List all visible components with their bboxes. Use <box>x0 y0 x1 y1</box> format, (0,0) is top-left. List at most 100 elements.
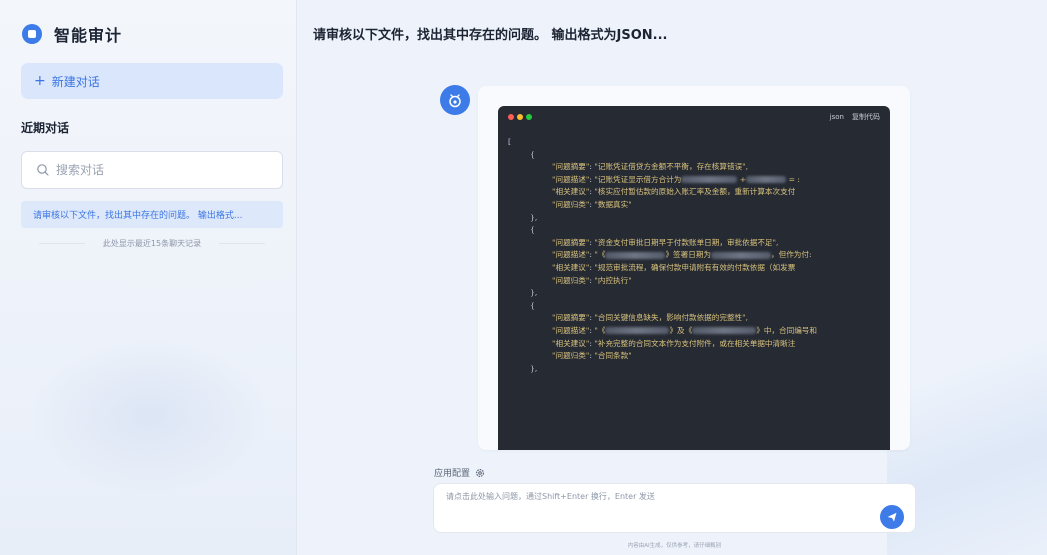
redacted-text <box>711 251 772 259</box>
json-key: "问题描述" <box>552 250 590 260</box>
app-config-button[interactable]: 应用配置 <box>434 466 485 479</box>
json-key: "相关建议" <box>552 262 590 272</box>
json-value: "补充完整的合同文本作为支付附件，或在相关单据中清晰注 <box>594 338 796 348</box>
code-line: { <box>508 149 890 162</box>
search-icon <box>37 164 49 176</box>
search-box[interactable] <box>21 151 283 189</box>
redacted-text <box>605 251 666 259</box>
json-value: "内控执行" <box>594 275 632 285</box>
json-key: "问题归类" <box>552 275 590 285</box>
json-key: "问题描述" <box>552 174 590 184</box>
copy-code-button[interactable]: 复制代码 <box>852 112 880 122</box>
json-value: "合同关键信息缺失，影响付款依据的完整性", <box>594 313 749 323</box>
code-punctuation: { <box>530 225 535 235</box>
json-value-part: + <box>737 174 747 184</box>
brand: 智能审计 <box>22 22 122 46</box>
code-line: "问题描述": "《 》签署日期为 ，但作为付: <box>552 250 812 260</box>
code-content: [ { "问题摘要": "记账凭证借贷方金额不平衡，存在核算错误", "问题描述": … <box>498 128 890 375</box>
json-key: "问题归类" <box>552 351 590 361</box>
divider <box>39 242 85 244</box>
json-value: "核实应付暂估款的原始入账汇率及金额，重新计算本次支付 <box>594 187 796 197</box>
code-language-label: json <box>829 113 844 121</box>
code-line: "问题摘要": "合同关键信息缺失，影响付款依据的完整性", <box>552 313 749 323</box>
history-note: 此处显示最近15条聊天记录 <box>21 236 283 250</box>
window-dot-red <box>508 114 514 120</box>
code-line: }, <box>508 212 890 225</box>
history-note-text: 此处显示最近15条聊天记录 <box>102 238 202 248</box>
json-value: "合同条款" <box>594 351 632 361</box>
search-input[interactable] <box>56 163 256 177</box>
history-item[interactable]: 请审核以下文件，找出其中存在的问题。 输出格式... <box>21 201 283 228</box>
sidebar-decoration <box>30 335 270 495</box>
code-punctuation: [ <box>508 137 511 146</box>
code-line: "问题摘要": "记账凭证借贷方金额不平衡，存在核算错误", <box>552 162 749 172</box>
json-value: "记账凭证显示借方合计为 <box>594 174 682 184</box>
code-line: "问题描述": "《 》及《 》中，合同编号和 <box>552 325 817 335</box>
code-line: "问题摘要": "资金支付审批日期早于付款账单日期，审批依据不足", <box>552 237 779 247</box>
code-line: "相关建议": "补充完整的合同文本作为支付附件，或在相关单据中清晰注 <box>552 338 796 348</box>
plus-icon: + <box>34 73 46 89</box>
code-punctuation: { <box>530 149 535 159</box>
redacted-text <box>605 327 670 335</box>
redacted-text <box>681 176 738 184</box>
new-chat-button[interactable]: + 新建对话 <box>21 63 283 99</box>
disclaimer-text: 内容由AI生成，仅供参考，请仔细甄别 <box>627 543 722 549</box>
json-value-part: 》签署日期为 <box>665 250 712 260</box>
code-line: { <box>508 224 890 237</box>
assistant-message: json 复制代码 [ { "问题摘要": "记账凭证借贷方金额不平衡，存在核算错误… <box>478 86 910 450</box>
brand-title: 智能审计 <box>54 26 123 45</box>
redacted-text <box>692 327 757 335</box>
json-value: "数据真实" <box>594 199 632 209</box>
json-value: "记账凭证借贷方金额不平衡，存在核算错误", <box>594 162 749 172</box>
code-line: { <box>508 300 890 313</box>
json-key: "相关建议" <box>552 338 590 348</box>
json-value: "规范审批流程，确保付款申请附有有效的付款依据（如发票 <box>594 262 796 272</box>
bot-avatar-icon <box>440 85 470 115</box>
code-header: json 复制代码 <box>498 106 890 128</box>
json-value: "《 <box>594 250 606 260</box>
gear-icon <box>476 468 485 477</box>
json-key: "问题摘要" <box>552 313 590 323</box>
code-line: "问题归类": "数据真实" <box>552 199 632 209</box>
divider <box>219 242 265 244</box>
window-dot-yellow <box>517 114 523 120</box>
recent-chats-heading: 近期对话 <box>21 121 70 135</box>
json-value-part: 》中，合同编号和 <box>756 325 817 335</box>
main-panel: 请审核以下文件，找出其中存在的问题。 输出格式为JSON... json 复制代… <box>297 0 1047 555</box>
code-line: "相关建议": "规范审批流程，确保付款申请附有有效的付款依据（如发票 <box>552 262 796 272</box>
code-line: }, <box>508 363 890 376</box>
json-value-part: 》及《 <box>669 325 693 335</box>
redacted-text <box>746 176 787 184</box>
new-chat-label: 新建对话 <box>51 74 100 89</box>
code-punctuation: { <box>530 300 535 310</box>
json-key: "相关建议" <box>552 187 590 197</box>
code-line: "问题归类": "内控执行" <box>552 275 632 285</box>
json-key: "问题归类" <box>552 199 590 209</box>
chat-input-box[interactable] <box>433 483 916 533</box>
bot-face-icon <box>449 94 461 108</box>
json-key: "问题摘要" <box>552 237 590 247</box>
window-dot-green <box>526 114 532 120</box>
conversation-title: 请审核以下文件，找出其中存在的问题。 输出格式为JSON... <box>313 28 668 43</box>
json-value-part: = : <box>786 174 800 184</box>
code-punctuation: }, <box>530 212 538 222</box>
json-key: "问题描述" <box>552 325 590 335</box>
code-line: "相关建议": "核实应付暂估款的原始入账汇率及金额，重新计算本次支付 <box>552 187 796 197</box>
json-value-part: ，但作为付: <box>771 250 812 260</box>
app-config-label: 应用配置 <box>434 469 471 479</box>
send-button[interactable] <box>880 505 904 529</box>
code-line: [ <box>508 136 890 149</box>
json-value: "《 <box>594 325 606 335</box>
sidebar: 智能审计 + 新建对话 近期对话 请审核以下文件，找出其中存在的问题。 输出格式… <box>0 0 297 555</box>
code-line: "问题描述": "记账凭证显示借方合计为 + = : <box>552 174 800 184</box>
send-icon <box>887 512 897 522</box>
chat-input[interactable] <box>446 492 846 501</box>
json-key: "问题摘要" <box>552 162 590 172</box>
brand-logo-icon <box>22 24 42 44</box>
code-punctuation: }, <box>530 288 538 298</box>
code-line: }, <box>508 287 890 300</box>
code-line: "问题归类": "合同条款" <box>552 351 632 361</box>
code-punctuation: }, <box>530 363 538 373</box>
json-value: "资金支付审批日期早于付款账单日期，审批依据不足", <box>594 237 779 247</box>
code-block: json 复制代码 [ { "问题摘要": "记账凭证借贷方金额不平衡，存在核算错误… <box>498 106 890 450</box>
